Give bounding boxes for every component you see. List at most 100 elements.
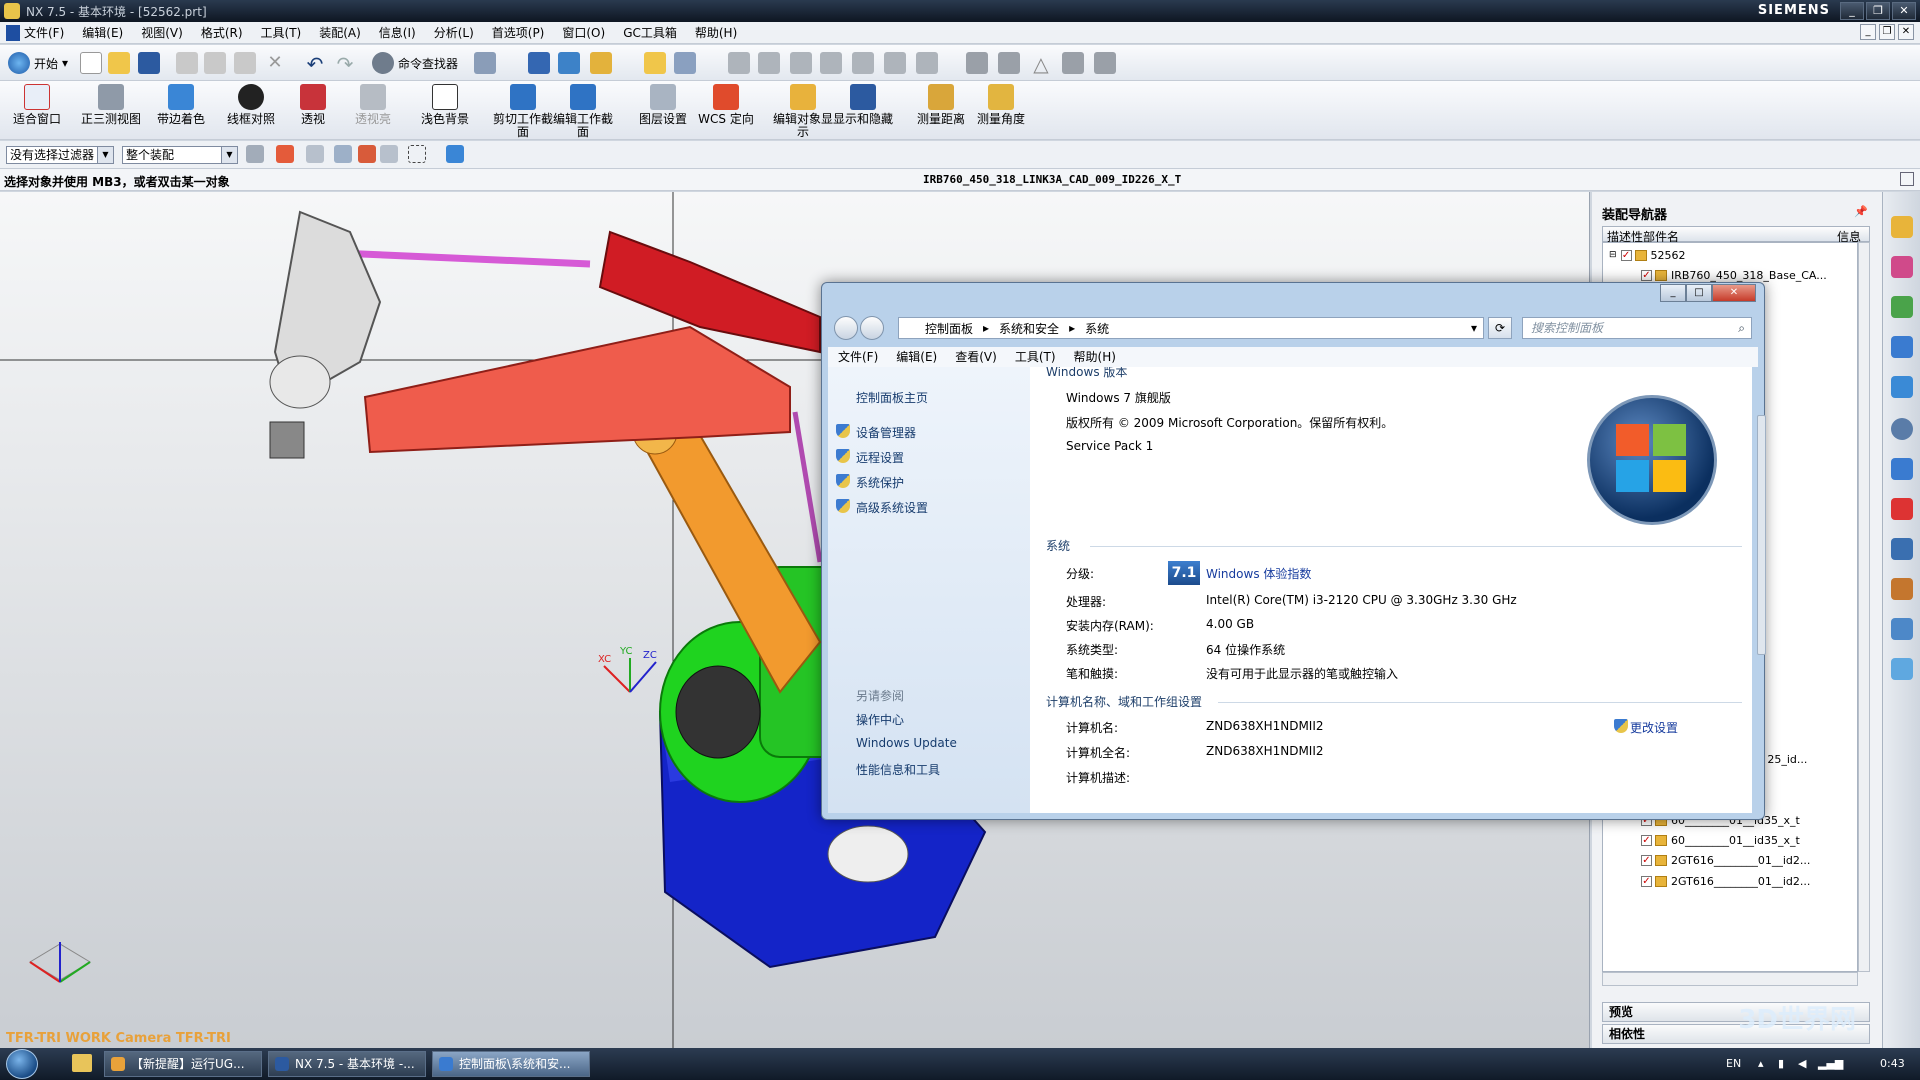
clock[interactable]: 0:43 xyxy=(1880,1057,1905,1070)
light-background-button[interactable]: 浅色背景 xyxy=(414,84,476,138)
rectangle-select-icon[interactable] xyxy=(408,145,426,163)
task-control-panel[interactable]: 控制面板\系统和安... xyxy=(432,1051,590,1077)
show-hide-button[interactable]: 显示和隐藏 xyxy=(832,84,894,138)
language-indicator[interactable]: EN xyxy=(1726,1057,1741,1070)
folder-move-icon[interactable] xyxy=(644,52,666,74)
open-folder-icon[interactable] xyxy=(108,52,130,74)
checkbox-icon[interactable]: ✓ xyxy=(1641,835,1652,847)
feature-1-icon[interactable] xyxy=(728,52,750,74)
triangle-icon[interactable]: △ xyxy=(1030,52,1052,76)
checkbox-icon[interactable]: ✓ xyxy=(1641,875,1652,887)
trimetric-button[interactable]: 正三测视图 xyxy=(80,84,142,138)
assembly-load-icon[interactable] xyxy=(528,52,550,74)
volume-icon[interactable]: ◀ xyxy=(1798,1057,1806,1070)
undo-icon[interactable]: ↶ xyxy=(304,52,326,76)
feature-3-icon[interactable] xyxy=(790,52,812,74)
breadcrumb-system-security[interactable]: 系统和安全 xyxy=(999,320,1059,337)
clip-section-button[interactable]: 剪切工作截面 xyxy=(492,84,554,139)
feature-5-icon[interactable] xyxy=(852,52,874,74)
measure-angle-button[interactable]: 测量角度 xyxy=(970,84,1032,138)
system-protection-link[interactable]: 系统保护 xyxy=(856,474,904,491)
cp-menu-help[interactable]: 帮助(H) xyxy=(1074,347,1116,367)
collapse-icon[interactable]: ⊟ xyxy=(1609,250,1617,260)
checkbox-icon[interactable]: ✓ xyxy=(1641,855,1652,867)
perspective-bright-button[interactable]: 透视亮 xyxy=(342,84,404,138)
body-select-icon[interactable] xyxy=(446,145,464,163)
type-filter-select[interactable]: 没有选择过滤器 ▼ xyxy=(6,146,114,164)
breadcrumb-control-panel[interactable]: 控制面板 xyxy=(925,320,973,337)
constraint-navigator-tab-icon[interactable] xyxy=(1891,256,1913,278)
palette-tab-icon[interactable] xyxy=(1891,658,1913,680)
breadcrumb-system[interactable]: 系统 xyxy=(1085,320,1109,337)
new-file-icon[interactable] xyxy=(80,52,102,74)
cp-menu-edit[interactable]: 编辑(E) xyxy=(896,347,937,367)
select-arrow-icon[interactable] xyxy=(306,145,324,163)
refresh-button[interactable]: ⟳ xyxy=(1488,317,1512,339)
wcs-orient-button[interactable]: WCS 定向 xyxy=(695,84,757,138)
task-browser[interactable]: 【新提醒】运行UG... xyxy=(104,1051,262,1077)
fit-window-button[interactable]: 适合窗口 xyxy=(6,84,68,138)
task-nx[interactable]: NX 7.5 - 基本环境 -... xyxy=(268,1051,426,1077)
delete-icon[interactable]: ✕ xyxy=(264,52,286,74)
tree-item[interactable]: ✓ 2GT616________01__id2... xyxy=(1603,871,1857,891)
doc-minimize-button[interactable]: _ xyxy=(1860,24,1876,40)
reset-filter-icon[interactable] xyxy=(246,145,264,163)
doc-close-button[interactable]: ✕ xyxy=(1898,24,1914,40)
cut-icon[interactable] xyxy=(176,52,198,74)
menu-analysis[interactable]: 分析(L) xyxy=(434,24,474,41)
back-button[interactable] xyxy=(834,316,858,340)
device-manager-link[interactable]: 设备管理器 xyxy=(856,424,916,441)
change-settings-link[interactable]: 更改设置 xyxy=(1630,719,1678,736)
performance-tools-link[interactable]: 性能信息和工具 xyxy=(856,761,940,778)
assembly-component-icon[interactable] xyxy=(590,52,612,74)
menu-tools[interactable]: 工具(T) xyxy=(261,24,302,41)
checkbox-icon[interactable]: ✓ xyxy=(1620,249,1632,261)
forward-button[interactable] xyxy=(860,316,884,340)
minimize-button[interactable]: _ xyxy=(1840,2,1864,20)
part-navigator-tab-icon[interactable] xyxy=(1891,296,1913,318)
cp-minimize-button[interactable]: _ xyxy=(1660,284,1686,302)
pin-icon[interactable]: 📌 xyxy=(1854,205,1868,218)
address-bar[interactable]: 控制面板 ▸ 系统和安全 ▸ 系统 ▾ xyxy=(898,317,1484,339)
select-all-icon[interactable] xyxy=(334,145,352,163)
explorer-icon[interactable] xyxy=(72,1054,92,1072)
start-button[interactable]: 开始 ▾ xyxy=(8,49,68,77)
roles-tab-icon[interactable] xyxy=(1891,578,1913,600)
cp-home-link[interactable]: 控制面板主页 xyxy=(856,389,928,406)
tray-arrow-icon[interactable]: ▴ xyxy=(1758,1057,1764,1070)
signal-icon[interactable]: ▂▄▆ xyxy=(1818,1057,1843,1070)
menu-info[interactable]: 信息(I) xyxy=(379,24,416,41)
process-studio-tab-icon[interactable] xyxy=(1891,498,1913,520)
shaded-with-edges-button[interactable]: 带边着色 xyxy=(150,84,212,138)
copy-icon[interactable] xyxy=(204,52,226,74)
sync-1-icon[interactable] xyxy=(966,52,988,74)
assembly-navigator-tab-icon[interactable] xyxy=(1891,216,1913,238)
text-icon[interactable] xyxy=(674,52,696,74)
assembly-edit-icon[interactable] xyxy=(558,52,580,74)
cp-maximize-button[interactable]: □ xyxy=(1686,284,1712,302)
measure-distance-button[interactable]: 测量距离 xyxy=(910,84,972,138)
menu-preferences[interactable]: 首选项(P) xyxy=(492,24,545,41)
manufacturing-wizard-tab-icon[interactable] xyxy=(1891,538,1913,560)
close-button[interactable]: ✕ xyxy=(1892,2,1916,20)
feature-6-icon[interactable] xyxy=(884,52,906,74)
select-feature-icon[interactable] xyxy=(358,145,376,163)
menu-view[interactable]: 视图(V) xyxy=(141,24,183,41)
perspective-button[interactable]: 透视 xyxy=(282,84,344,138)
sync-3-icon[interactable] xyxy=(1062,52,1084,74)
cp-menu-tools[interactable]: 工具(T) xyxy=(1015,347,1056,367)
menu-gc-toolkit[interactable]: GC工具箱 xyxy=(623,24,677,41)
menu-help[interactable]: 帮助(H) xyxy=(695,24,737,41)
remote-settings-link[interactable]: 远程设置 xyxy=(856,449,904,466)
feature-7-icon[interactable] xyxy=(916,52,938,74)
menu-edit[interactable]: 编辑(E) xyxy=(82,24,123,41)
tree-item[interactable]: ✓ 60________01__id35_x_t xyxy=(1603,831,1857,851)
menu-file[interactable]: 文件(F) xyxy=(24,24,64,41)
tree-root[interactable]: ⊟ ✓ 52562 xyxy=(1603,245,1857,265)
redo-icon[interactable]: ↷ xyxy=(334,52,356,76)
feature-2-icon[interactable] xyxy=(758,52,780,74)
cp-scroll-thumb[interactable] xyxy=(1757,415,1766,655)
cp-menu-file[interactable]: 文件(F) xyxy=(838,347,878,367)
tree-item[interactable]: ✓ 2GT616________01__id2... xyxy=(1603,851,1857,871)
navigator-vscroll[interactable] xyxy=(1858,242,1870,972)
